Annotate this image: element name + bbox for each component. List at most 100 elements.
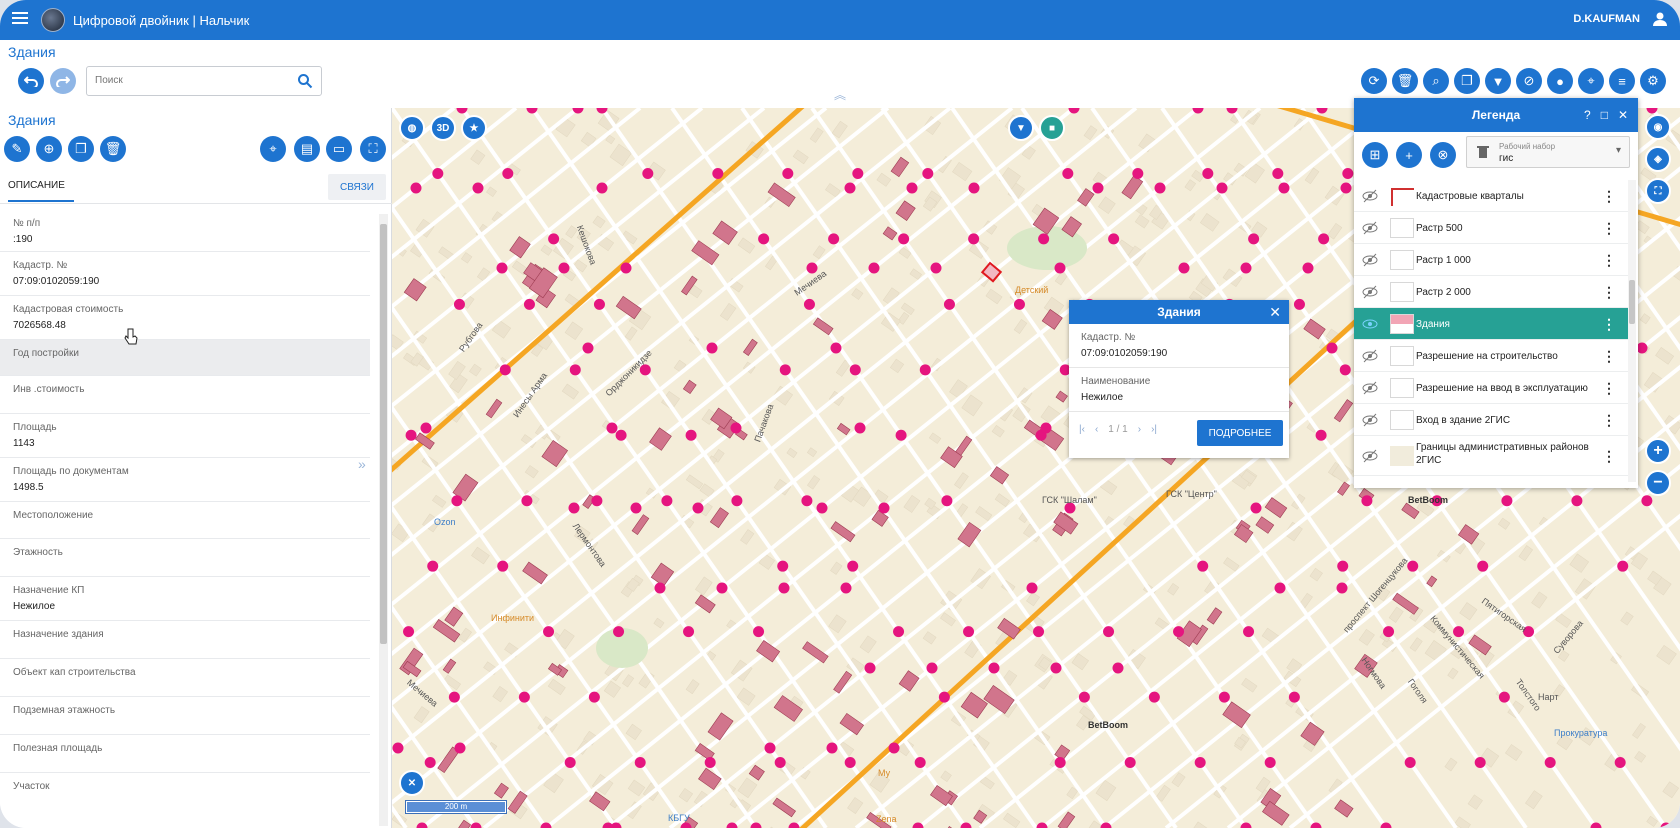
more-vert-icon[interactable]: ⋮ [1602, 448, 1616, 465]
eye-off-icon[interactable] [1362, 285, 1378, 299]
hamburger-menu-icon[interactable] [12, 11, 32, 29]
next-page-icon[interactable]: › [1138, 424, 1141, 435]
settings-button[interactable]: ⚙ [1640, 68, 1666, 94]
more-vert-icon[interactable]: ⋮ [1602, 252, 1616, 269]
more-vert-icon[interactable]: ⋮ [1602, 220, 1616, 237]
filter-button[interactable]: ▼ [1485, 68, 1511, 94]
3d-button[interactable]: 3D [430, 115, 456, 141]
tab-description[interactable]: ОПИСАНИЕ [8, 180, 74, 202]
copy-button[interactable]: ❐ [68, 136, 94, 162]
legend-layer-row[interactable]: Растр 500 ⋮ [1354, 212, 1628, 244]
scrollbar-thumb[interactable] [380, 224, 387, 644]
map-point [521, 495, 533, 507]
eye-off-icon[interactable] [1362, 253, 1378, 267]
folder-button[interactable]: ▭ [326, 136, 352, 162]
legend-layer-row[interactable]: Растр 1 000 ⋮ [1354, 244, 1628, 276]
map-block [1223, 557, 1240, 572]
legend-layer-row[interactable]: Разрешение на ввод в эксплуатацию ⋮ [1354, 372, 1628, 404]
legend-layer-row-active[interactable]: Здания ⋮ [1354, 308, 1628, 340]
scrollbar-thumb[interactable] [1629, 280, 1635, 324]
zoom-out-button[interactable]: − [1645, 470, 1671, 496]
more-vert-icon[interactable]: ⋮ [1602, 316, 1616, 333]
eye-off-icon[interactable] [1362, 449, 1378, 463]
legend-add-button[interactable]: + [1396, 142, 1422, 168]
legend-layer-row[interactable]: Границы административных районов 2ГИС ⋮ [1354, 436, 1628, 476]
map-fullscreen-button[interactable]: ⛶ [1645, 178, 1671, 204]
search-input[interactable] [95, 75, 285, 86]
legend-scrollbar[interactable] [1628, 180, 1636, 482]
map-block [1191, 169, 1205, 183]
layers-button[interactable]: ◈ [1645, 146, 1671, 172]
chevron-down-icon[interactable]: ▾ [1616, 145, 1621, 156]
undo-button[interactable] [18, 68, 44, 94]
left-panel: Здания ✎ ⊕ ❐ 🗑 ⌖ ▤ ▭ ⛶ ОПИСАНИЕ СВЯЗИ № … [0, 108, 392, 828]
zoom-in-button[interactable]: + [1645, 438, 1671, 464]
redo-button[interactable] [50, 68, 76, 94]
close-icon[interactable]: ✕ [1618, 108, 1628, 122]
delete-toolbar-button[interactable]: 🗑 [1392, 68, 1418, 94]
zoom-search-icon: ⌕ [1432, 73, 1440, 88]
trash-icon[interactable] [1477, 145, 1489, 159]
map-point [893, 626, 905, 638]
fill-button[interactable]: ● [1547, 68, 1573, 94]
close-icon[interactable]: ✕ [1269, 304, 1281, 321]
last-page-icon[interactable]: ›| [1151, 424, 1157, 435]
search-icon[interactable] [297, 73, 313, 89]
more-vert-icon[interactable]: ⋮ [1602, 380, 1616, 397]
legend-layer-row[interactable]: Вход в здание 2ГИС ⋮ [1354, 404, 1628, 436]
list-button[interactable]: ≡ [1609, 68, 1635, 94]
copy-toolbar-button[interactable]: ❐ [1454, 68, 1480, 94]
map-point [424, 757, 436, 769]
map-tools-button[interactable]: ✕ [399, 770, 425, 796]
workset-select[interactable]: Рабочий набор гис ▾ [1466, 136, 1630, 168]
fullscreen-button[interactable]: ⛶ [360, 136, 386, 162]
legend-layer-row[interactable]: Кадастровые кварталы ⋮ [1354, 180, 1628, 212]
map-point [1264, 757, 1276, 769]
more-vert-icon[interactable]: ⋮ [1602, 188, 1616, 205]
delete-button[interactable]: 🗑 [100, 136, 126, 162]
user-name[interactable]: D.KAUFMAN [1573, 13, 1640, 25]
eye-off-icon[interactable] [1362, 381, 1378, 395]
map-point [606, 422, 618, 434]
collapse-panel-icon[interactable]: » [358, 456, 366, 472]
map-block [653, 617, 665, 629]
first-page-icon[interactable]: |‹ [1079, 424, 1085, 435]
panel-scrollbar[interactable] [379, 214, 388, 826]
eye-off-icon[interactable] [1362, 413, 1378, 427]
edit-button[interactable]: ✎ [4, 136, 30, 162]
add-button[interactable]: ⊕ [36, 136, 62, 162]
tab-links[interactable]: СВЯЗИ [328, 174, 386, 200]
building-polygon [812, 317, 834, 336]
map-select-button[interactable]: ■ [1039, 115, 1065, 141]
visibility-button[interactable]: ◉ [1645, 114, 1671, 140]
legend-layer-row[interactable]: Разрешение на строительство ⋮ [1354, 340, 1628, 372]
globe-button[interactable]: ◍ [399, 115, 425, 141]
user-icon[interactable] [1652, 11, 1668, 27]
refresh-button[interactable]: ⟳ [1361, 68, 1387, 94]
documents-button[interactable]: ▤ [294, 136, 320, 162]
field-build-year[interactable]: Год постройки [0, 340, 370, 376]
legend-layer-row[interactable]: Растр 2 000 ⋮ [1354, 276, 1628, 308]
eye-off-icon[interactable] [1362, 349, 1378, 363]
eye-off-icon[interactable] [1362, 221, 1378, 235]
clear-filter-button[interactable]: ⊘ [1516, 68, 1542, 94]
legend-remove-button[interactable]: ⊗ [1430, 142, 1456, 168]
favorites-button[interactable]: ★ [461, 115, 487, 141]
zoom-search-button[interactable]: ⌕ [1423, 68, 1449, 94]
eye-icon[interactable] [1362, 317, 1378, 331]
more-vert-icon[interactable]: ⋮ [1602, 412, 1616, 429]
location-button[interactable]: ⌖ [1578, 68, 1604, 94]
details-button[interactable]: ПОДРОБНЕЕ [1197, 420, 1283, 446]
show-on-map-button[interactable]: ⌖ [260, 136, 286, 162]
eye-off-icon[interactable] [1362, 189, 1378, 203]
more-vert-icon[interactable]: ⋮ [1602, 348, 1616, 365]
legend-tree-button[interactable]: ⊞ [1362, 142, 1388, 168]
map-point [543, 626, 555, 638]
map-point [1544, 757, 1556, 769]
map-filter-button[interactable]: ▼ [1008, 115, 1034, 141]
prev-page-icon[interactable]: ‹ [1095, 424, 1098, 435]
collapse-header-icon[interactable]: ︽ [834, 86, 846, 103]
more-vert-icon[interactable]: ⋮ [1602, 284, 1616, 301]
maximize-icon[interactable]: □ [1601, 108, 1608, 122]
help-icon[interactable]: ? [1584, 108, 1591, 122]
